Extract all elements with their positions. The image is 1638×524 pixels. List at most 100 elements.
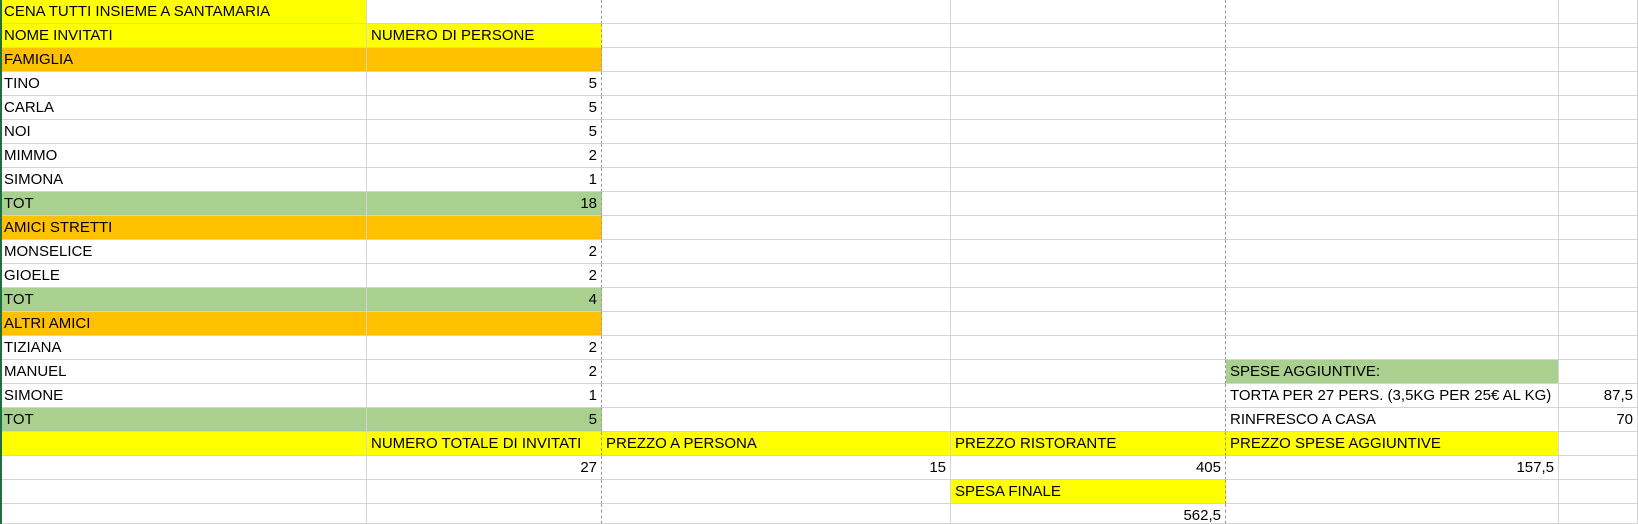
cell-f17[interactable]: 87,5 [1559,384,1638,408]
cell-c17[interactable] [602,384,951,408]
cell-c12[interactable] [602,264,951,288]
cell-d19[interactable]: PREZZO RISTORANTE [951,432,1226,456]
cell-a11[interactable]: MONSELICE [0,240,367,264]
cell-a16[interactable]: MANUEL [0,360,367,384]
cell-d12[interactable] [951,264,1226,288]
cell-c7[interactable] [602,144,951,168]
cell-d17[interactable] [951,384,1226,408]
cell-b18[interactable]: 5 [367,408,602,432]
cell-a17[interactable]: SIMONE [0,384,367,408]
cell-c6[interactable] [602,120,951,144]
cell-e7[interactable] [1226,144,1559,168]
cell-a2[interactable]: NOME INVITATI [0,24,367,48]
cell-d21[interactable]: SPESA FINALE [951,480,1226,504]
cell-a7[interactable]: MIMMO [0,144,367,168]
cell-d20[interactable]: 405 [951,456,1226,480]
cell-b13[interactable]: 4 [367,288,602,312]
cell-e22[interactable] [1226,504,1559,524]
cell-e6[interactable] [1226,120,1559,144]
cell-e21[interactable] [1226,480,1559,504]
cell-a1[interactable]: CENA TUTTI INSIEME A SANTAMARIA [0,0,367,24]
cell-a19[interactable] [0,432,367,456]
cell-d10[interactable] [951,216,1226,240]
cell-c10[interactable] [602,216,951,240]
cell-b6[interactable]: 5 [367,120,602,144]
cell-b3[interactable] [367,48,602,72]
cell-d5[interactable] [951,96,1226,120]
cell-e17[interactable]: TORTA PER 27 PERS. (3,5KG PER 25€ AL KG) [1226,384,1559,408]
cell-b10[interactable] [367,216,602,240]
cell-b14[interactable] [367,312,602,336]
cell-e5[interactable] [1226,96,1559,120]
cell-a6[interactable]: NOI [0,120,367,144]
cell-c14[interactable] [602,312,951,336]
cell-a3[interactable]: FAMIGLIA [0,48,367,72]
cell-b8[interactable]: 1 [367,168,602,192]
cell-d4[interactable] [951,72,1226,96]
cell-b9[interactable]: 18 [367,192,602,216]
cell-f16[interactable] [1559,360,1638,384]
cell-b12[interactable]: 2 [367,264,602,288]
cell-f19[interactable] [1559,432,1638,456]
cell-a20[interactable] [0,456,367,480]
cell-c11[interactable] [602,240,951,264]
cell-e13[interactable] [1226,288,1559,312]
cell-d1[interactable] [951,0,1226,24]
cell-b22[interactable] [367,504,602,524]
cell-d7[interactable] [951,144,1226,168]
cell-b17[interactable]: 1 [367,384,602,408]
cell-e19[interactable]: PREZZO SPESE AGGIUNTIVE [1226,432,1559,456]
cell-f21[interactable] [1559,480,1638,504]
cell-f14[interactable] [1559,312,1638,336]
cell-d6[interactable] [951,120,1226,144]
cell-c1[interactable] [602,0,951,24]
cell-a8[interactable]: SIMONA [0,168,367,192]
cell-a21[interactable] [0,480,367,504]
cell-d8[interactable] [951,168,1226,192]
cell-f15[interactable] [1559,336,1638,360]
cell-c15[interactable] [602,336,951,360]
cell-c22[interactable] [602,504,951,524]
cell-b19[interactable]: NUMERO TOTALE DI INVITATI [367,432,602,456]
cell-d3[interactable] [951,48,1226,72]
cell-c13[interactable] [602,288,951,312]
cell-b2[interactable]: NUMERO DI PERSONE [367,24,602,48]
cell-f12[interactable] [1559,264,1638,288]
cell-e2[interactable] [1226,24,1559,48]
cell-c18[interactable] [602,408,951,432]
cell-c19[interactable]: PREZZO A PERSONA [602,432,951,456]
cell-e10[interactable] [1226,216,1559,240]
cell-e20[interactable]: 157,5 [1226,456,1559,480]
cell-f11[interactable] [1559,240,1638,264]
cell-d15[interactable] [951,336,1226,360]
cell-f22[interactable] [1559,504,1638,524]
cell-a10[interactable]: AMICI STRETTI [0,216,367,240]
cell-a5[interactable]: CARLA [0,96,367,120]
cell-b15[interactable]: 2 [367,336,602,360]
cell-b11[interactable]: 2 [367,240,602,264]
cell-d16[interactable] [951,360,1226,384]
cell-b16[interactable]: 2 [367,360,602,384]
cell-a22[interactable] [0,504,367,524]
cell-c8[interactable] [602,168,951,192]
cell-f7[interactable] [1559,144,1638,168]
cell-f2[interactable] [1559,24,1638,48]
cell-f1[interactable] [1559,0,1638,24]
cell-f5[interactable] [1559,96,1638,120]
cell-f20[interactable] [1559,456,1638,480]
cell-c2[interactable] [602,24,951,48]
cell-a15[interactable]: TIZIANA [0,336,367,360]
cell-e15[interactable] [1226,336,1559,360]
cell-f10[interactable] [1559,216,1638,240]
cell-e3[interactable] [1226,48,1559,72]
cell-f8[interactable] [1559,168,1638,192]
cell-a14[interactable]: ALTRI AMICI [0,312,367,336]
cell-f9[interactable] [1559,192,1638,216]
cell-d13[interactable] [951,288,1226,312]
cell-d9[interactable] [951,192,1226,216]
cell-d14[interactable] [951,312,1226,336]
cell-b20[interactable]: 27 [367,456,602,480]
cell-f3[interactable] [1559,48,1638,72]
cell-a4[interactable]: TINO [0,72,367,96]
cell-b21[interactable] [367,480,602,504]
